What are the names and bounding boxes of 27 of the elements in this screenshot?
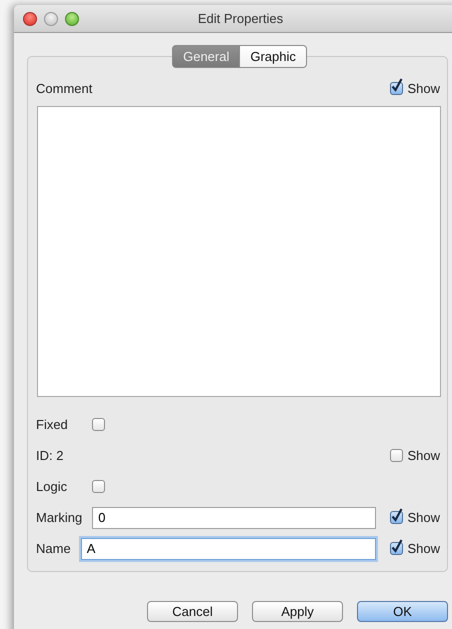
window-title: Edit Properties (196, 11, 284, 26)
text-field[interactable]: 0 (92, 506, 376, 528)
checkbox[interactable] (92, 418, 105, 431)
field-label: Marking (36, 510, 82, 525)
show-label: Show (407, 80, 440, 96)
field-label: Logic (36, 479, 68, 494)
text-field[interactable]: A (80, 538, 376, 560)
ok-button[interactable]: OK (357, 601, 448, 622)
dialog-button[interactable]: Cancel (147, 601, 238, 622)
tab[interactable]: Graphic (240, 45, 307, 68)
minimize-icon[interactable] (44, 12, 58, 26)
field-label: Fixed (36, 417, 69, 432)
comment-field[interactable] (37, 106, 441, 397)
field-label: Name (36, 541, 71, 556)
checkbox[interactable] (390, 82, 404, 94)
show-label: Show (407, 510, 440, 525)
comment-label: Comment (36, 80, 92, 96)
dialog-button[interactable]: Apply (252, 601, 343, 622)
close-icon[interactable] (23, 12, 37, 26)
show-label: Show (407, 541, 440, 556)
checkbox[interactable] (390, 542, 404, 555)
zoom-icon[interactable] (65, 12, 79, 26)
show-label: Show (407, 448, 440, 463)
checkbox[interactable] (390, 511, 404, 524)
checkbox[interactable] (390, 449, 404, 462)
id-label: ID: 2 (36, 448, 64, 463)
checkbox[interactable] (92, 480, 105, 493)
